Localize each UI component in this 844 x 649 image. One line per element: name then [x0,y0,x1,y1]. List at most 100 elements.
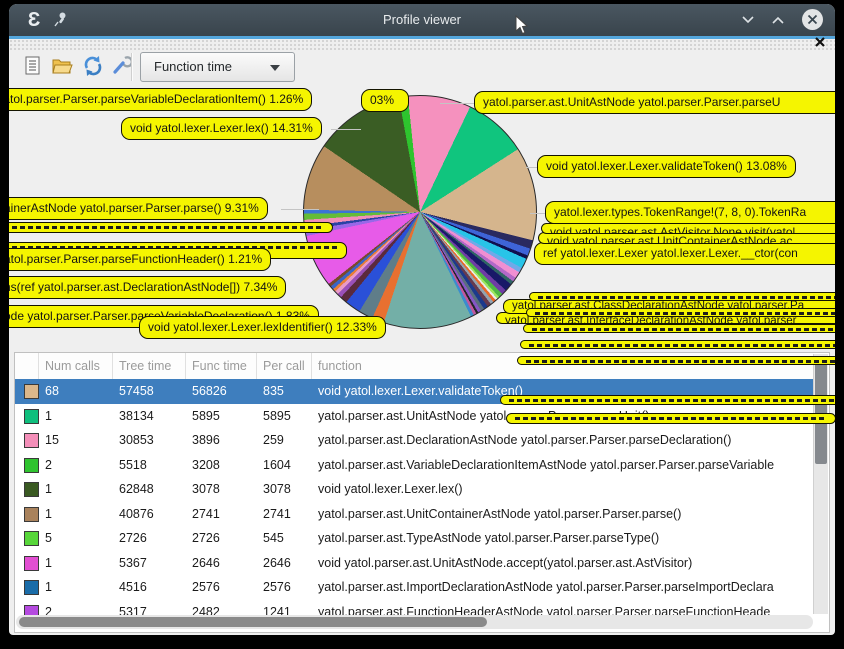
cell-per-call: 2741 [257,502,312,527]
row-color-swatch [24,507,39,522]
cell-num-calls: 68 [39,379,113,404]
cell-tree-time: 2726 [113,526,186,551]
profile-viewer-window: Ɛ Profile viewer [9,4,835,635]
view-mode-value: Function time [154,59,232,74]
cell-num-calls: 15 [39,428,113,453]
cell-per-call: 2646 [257,551,312,576]
vertical-scrollbar-handle[interactable] [815,356,827,464]
cell-func-time: 5895 [186,404,257,429]
horizontal-scrollbar-handle[interactable] [19,617,487,627]
col-header-tree-time[interactable]: Tree time [113,353,186,379]
cell-tree-time: 5367 [113,551,186,576]
cell-num-calls: 1 [39,502,113,527]
table-row[interactable]: 15 30853 3896 259 yatol.parser.ast.Decla… [15,428,814,453]
callout-label: atol.parser.Parser.parseFunctionHeader()… [9,248,271,271]
cell-func-time: 2726 [186,526,257,551]
titlebar[interactable]: Ɛ Profile viewer [9,4,835,36]
pie-chart[interactable] [303,95,537,329]
row-color-swatch [24,556,39,571]
row-color-swatch [24,531,39,546]
cell-func-time: 3078 [186,477,257,502]
cell-function: yatol.parser.ast.UnitContainerAstNode ya… [312,502,814,527]
cell-per-call: 835 [257,379,312,404]
refresh-icon[interactable] [81,54,105,78]
minimize-button[interactable] [737,10,759,30]
row-color-swatch [24,384,39,399]
table-row[interactable]: 5 2726 2726 545 yatol.parser.ast.TypeAst… [15,526,814,551]
vertical-scrollbar[interactable] [813,354,828,614]
cell-num-calls: 5 [39,526,113,551]
callout-label [529,292,835,301]
row-color-swatch [24,458,39,473]
col-header-swatch[interactable] [15,353,39,379]
row-color-swatch [24,580,39,595]
table-row[interactable]: 2 5518 3208 1604 yatol.parser.ast.Variab… [15,453,814,478]
report-icon[interactable] [21,54,45,78]
callout-label: ainerAstNode yatol.parser.Parser.parse()… [9,197,268,220]
cell-tree-time: 40876 [113,502,186,527]
cell-func-time: 2646 [186,551,257,576]
cell-num-calls: 1 [39,404,113,429]
cell-num-calls: 1 [39,551,113,576]
chevron-down-icon [270,65,280,71]
open-folder-icon[interactable] [50,54,74,78]
view-mode-dropdown[interactable]: Function time [140,52,295,82]
cell-tree-time: 38134 [113,404,186,429]
callout-label: ref yatol.lexer.Lexer yatol.lexer.Lexer.… [534,242,835,265]
callout-label: void yatol.lexer.Lexer.lex() 14.31% [121,117,322,140]
table-row[interactable]: 1 40876 2741 2741 yatol.parser.ast.UnitC… [15,502,814,527]
row-color-swatch [24,409,39,424]
callout-label: yatol.parser.ast.UnitAstNode yatol.parse… [474,91,835,114]
col-header-per-call[interactable]: Per call [257,353,312,379]
table-row[interactable]: 1 5367 2646 2646 void yatol.parser.ast.U… [15,551,814,576]
cell-tree-time: 62848 [113,477,186,502]
horizontal-scrollbar[interactable] [16,615,813,629]
close-icon [807,14,818,25]
cell-func-time: 2741 [186,502,257,527]
cell-function: void yatol.parser.ast.UnitAstNode.accept… [312,551,814,576]
callout-label: 03% [361,89,409,112]
cell-tree-time: 30853 [113,428,186,453]
callout-label [523,324,835,333]
callout-label [526,308,835,317]
callout-line [281,209,319,210]
callout-label: void yatol.lexer.Lexer.lexIdentifier() 1… [139,316,386,339]
cell-tree-time: 57458 [113,379,186,404]
cell-per-call: 259 [257,428,312,453]
toolbar-separator [131,53,133,81]
col-header-num-calls[interactable]: Num calls [39,353,113,379]
callout-label: void yatol.parser.ast.AstVisitor.None.vi… [541,223,835,234]
table-row[interactable]: 1 62848 3078 3078 void yatol.lexer.Lexer… [15,477,814,502]
callout-line [440,103,476,104]
cell-tree-time: 5518 [113,453,186,478]
cell-func-time: 2576 [186,575,257,600]
col-header-func-time[interactable]: Func time [186,353,257,379]
callout-label: void yatol.lexer.Lexer.validateToken() 1… [537,155,796,178]
table-row[interactable]: 1 4516 2576 2576 yatol.parser.ast.Import… [15,575,814,600]
callout-label [517,356,835,365]
close-button[interactable] [802,9,823,30]
window-title: Profile viewer [9,4,835,36]
cell-num-calls: 1 [39,477,113,502]
cell-function: yatol.parser.ast.VariableDeclarationItem… [312,453,814,478]
row-color-swatch [24,482,39,497]
callout-label [500,395,835,405]
cell-func-time: 3208 [186,453,257,478]
cell-num-calls: 1 [39,575,113,600]
callout-label: ns(ref yatol.parser.ast.DeclarationAstNo… [9,276,286,299]
cell-function: yatol.parser.ast.TypeAstNode yatol.parse… [312,526,814,551]
dock-close-icon[interactable] [813,35,827,49]
dock-titlebar [9,39,835,51]
cell-tree-time: 4516 [113,575,186,600]
callout-label [520,340,835,349]
callout-line [530,213,546,214]
cell-num-calls: 2 [39,453,113,478]
cell-func-time: 3896 [186,428,257,453]
cell-function: yatol.parser.ast.ImportDeclarationAstNod… [312,575,814,600]
cell-function: yatol.parser.ast.DeclarationAstNode yato… [312,428,814,453]
cell-per-call: 5895 [257,404,312,429]
cell-per-call: 545 [257,526,312,551]
callout-label [506,413,835,424]
cell-per-call: 3078 [257,477,312,502]
maximize-button[interactable] [767,10,789,30]
